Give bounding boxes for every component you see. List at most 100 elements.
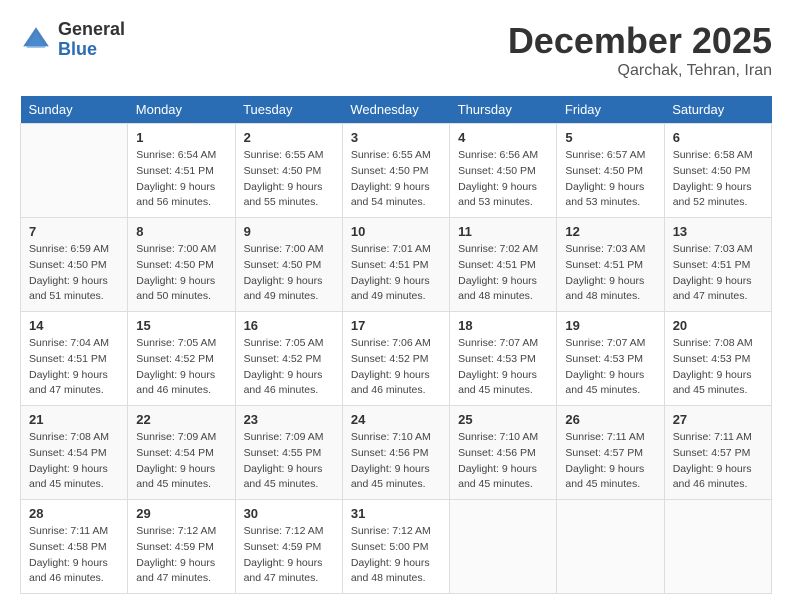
day-number: 28 — [29, 506, 119, 521]
day-info: Sunrise: 6:55 AMSunset: 4:50 PMDaylight:… — [351, 148, 441, 211]
day-info: Sunrise: 7:00 AMSunset: 4:50 PMDaylight:… — [244, 242, 334, 305]
day-info: Sunrise: 6:58 AMSunset: 4:50 PMDaylight:… — [673, 148, 763, 211]
day-number: 17 — [351, 318, 441, 333]
day-number: 6 — [673, 130, 763, 145]
day-number: 4 — [458, 130, 548, 145]
calendar-week-row: 1Sunrise: 6:54 AMSunset: 4:51 PMDaylight… — [21, 124, 772, 218]
calendar-cell: 6 Sunrise: 6:58 AMSunset: 4:50 PMDaylight… — [664, 124, 771, 218]
calendar-cell: 1Sunrise: 6:54 AMSunset: 4:51 PMDaylight… — [128, 124, 235, 218]
day-info: Sunrise: 7:07 AMSunset: 4:53 PMDaylight:… — [565, 336, 655, 399]
day-number: 30 — [244, 506, 334, 521]
weekday-header-sunday: Sunday — [21, 96, 128, 124]
month-title: December 2025 — [508, 20, 772, 62]
calendar-cell: 26Sunrise: 7:11 AMSunset: 4:57 PMDayligh… — [557, 406, 664, 500]
calendar-cell — [450, 500, 557, 594]
day-info: Sunrise: 7:10 AMSunset: 4:56 PMDaylight:… — [351, 430, 441, 493]
calendar-cell: 29 Sunrise: 7:12 AMSunset: 4:59 PMDayligh… — [128, 500, 235, 594]
day-number: 31 — [351, 506, 441, 521]
calendar-cell — [664, 500, 771, 594]
day-number: 29 — [136, 506, 226, 521]
weekday-header-thursday: Thursday — [450, 96, 557, 124]
day-number: 1 — [136, 130, 226, 145]
day-info: Sunrise: 7:09 AMSunset: 4:55 PMDaylight:… — [244, 430, 334, 493]
title-block: December 2025 Qarchak, Tehran, Iran — [508, 20, 772, 80]
calendar-cell: 28Sunrise: 7:11 AMSunset: 4:58 PMDayligh… — [21, 500, 128, 594]
calendar-header: SundayMondayTuesdayWednesdayThursdayFrid… — [21, 96, 772, 124]
calendar-cell: 23 Sunrise: 7:09 AMSunset: 4:55 PMDayligh… — [235, 406, 342, 500]
calendar-week-row: 21 Sunrise: 7:08 AMSunset: 4:54 PMDayligh… — [21, 406, 772, 500]
weekday-header-friday: Friday — [557, 96, 664, 124]
weekday-header-row: SundayMondayTuesdayWednesdayThursdayFrid… — [21, 96, 772, 124]
day-info: Sunrise: 7:04 AMSunset: 4:51 PMDaylight:… — [29, 336, 119, 399]
day-number: 16 — [244, 318, 334, 333]
day-number: 25 — [458, 412, 548, 427]
calendar-cell: 9 Sunrise: 7:00 AMSunset: 4:50 PMDaylight… — [235, 218, 342, 312]
calendar-cell: 31 Sunrise: 7:12 AMSunset: 5:00 PMDayligh… — [342, 500, 449, 594]
logo-text: General Blue — [58, 20, 125, 60]
calendar-body: 1Sunrise: 6:54 AMSunset: 4:51 PMDaylight… — [21, 124, 772, 594]
calendar-cell: 27 Sunrise: 7:11 AMSunset: 4:57 PMDayligh… — [664, 406, 771, 500]
day-info: Sunrise: 6:57 AMSunset: 4:50 PMDaylight:… — [565, 148, 655, 211]
page-header: General Blue December 2025 Qarchak, Tehr… — [20, 20, 772, 80]
calendar-cell: 7Sunrise: 6:59 AMSunset: 4:50 PMDaylight… — [21, 218, 128, 312]
logo-general-label: General — [58, 20, 125, 40]
calendar-cell: 10Sunrise: 7:01 AMSunset: 4:51 PMDayligh… — [342, 218, 449, 312]
day-number: 10 — [351, 224, 441, 239]
calendar-cell: 11 Sunrise: 7:02 AMSunset: 4:51 PMDayligh… — [450, 218, 557, 312]
day-number: 9 — [244, 224, 334, 239]
day-number: 19 — [565, 318, 655, 333]
day-number: 18 — [458, 318, 548, 333]
calendar-cell: 12Sunrise: 7:03 AMSunset: 4:51 PMDayligh… — [557, 218, 664, 312]
day-number: 27 — [673, 412, 763, 427]
calendar-cell: 4 Sunrise: 6:56 AMSunset: 4:50 PMDaylight… — [450, 124, 557, 218]
day-number: 26 — [565, 412, 655, 427]
calendar-cell: 14 Sunrise: 7:04 AMSunset: 4:51 PMDayligh… — [21, 312, 128, 406]
day-number: 5 — [565, 130, 655, 145]
day-info: Sunrise: 6:56 AMSunset: 4:50 PMDaylight:… — [458, 148, 548, 211]
day-number: 21 — [29, 412, 119, 427]
calendar-week-row: 7Sunrise: 6:59 AMSunset: 4:50 PMDaylight… — [21, 218, 772, 312]
logo-blue-label: Blue — [58, 40, 125, 60]
day-number: 14 — [29, 318, 119, 333]
day-info: Sunrise: 7:05 AMSunset: 4:52 PMDaylight:… — [136, 336, 226, 399]
day-number: 24 — [351, 412, 441, 427]
calendar-cell: 22 Sunrise: 7:09 AMSunset: 4:54 PMDayligh… — [128, 406, 235, 500]
calendar-cell: 17Sunrise: 7:06 AMSunset: 4:52 PMDayligh… — [342, 312, 449, 406]
calendar-cell: 24 Sunrise: 7:10 AMSunset: 4:56 PMDayligh… — [342, 406, 449, 500]
calendar-week-row: 14 Sunrise: 7:04 AMSunset: 4:51 PMDayligh… — [21, 312, 772, 406]
day-info: Sunrise: 7:12 AMSunset: 4:59 PMDaylight:… — [244, 524, 334, 587]
calendar-cell: 16 Sunrise: 7:05 AMSunset: 4:52 PMDayligh… — [235, 312, 342, 406]
day-info: Sunrise: 6:55 AMSunset: 4:50 PMDaylight:… — [244, 148, 334, 211]
day-info: Sunrise: 7:10 AMSunset: 4:56 PMDaylight:… — [458, 430, 548, 493]
day-number: 23 — [244, 412, 334, 427]
day-info: Sunrise: 7:00 AMSunset: 4:50 PMDaylight:… — [136, 242, 226, 305]
day-number: 11 — [458, 224, 548, 239]
calendar-cell: 19 Sunrise: 7:07 AMSunset: 4:53 PMDayligh… — [557, 312, 664, 406]
day-info: Sunrise: 6:59 AMSunset: 4:50 PMDaylight:… — [29, 242, 119, 305]
day-info: Sunrise: 7:08 AMSunset: 4:54 PMDaylight:… — [29, 430, 119, 493]
calendar-cell: 15 Sunrise: 7:05 AMSunset: 4:52 PMDayligh… — [128, 312, 235, 406]
day-info: Sunrise: 7:12 AMSunset: 4:59 PMDaylight:… — [136, 524, 226, 587]
day-number: 22 — [136, 412, 226, 427]
day-number: 2 — [244, 130, 334, 145]
day-number: 20 — [673, 318, 763, 333]
weekday-header-tuesday: Tuesday — [235, 96, 342, 124]
calendar-cell: 25 Sunrise: 7:10 AMSunset: 4:56 PMDayligh… — [450, 406, 557, 500]
day-info: Sunrise: 7:12 AMSunset: 5:00 PMDaylight:… — [351, 524, 441, 587]
day-number: 8 — [136, 224, 226, 239]
day-number: 15 — [136, 318, 226, 333]
day-info: Sunrise: 7:05 AMSunset: 4:52 PMDaylight:… — [244, 336, 334, 399]
day-info: Sunrise: 7:02 AMSunset: 4:51 PMDaylight:… — [458, 242, 548, 305]
calendar-cell: 8 Sunrise: 7:00 AMSunset: 4:50 PMDaylight… — [128, 218, 235, 312]
day-number: 13 — [673, 224, 763, 239]
day-info: Sunrise: 7:09 AMSunset: 4:54 PMDaylight:… — [136, 430, 226, 493]
calendar-cell: 30 Sunrise: 7:12 AMSunset: 4:59 PMDayligh… — [235, 500, 342, 594]
calendar-cell: 2 Sunrise: 6:55 AMSunset: 4:50 PMDaylight… — [235, 124, 342, 218]
logo-icon — [20, 24, 52, 56]
day-info: Sunrise: 7:11 AMSunset: 4:57 PMDaylight:… — [673, 430, 763, 493]
calendar-cell — [21, 124, 128, 218]
calendar-table: SundayMondayTuesdayWednesdayThursdayFrid… — [20, 96, 772, 594]
calendar-week-row: 28Sunrise: 7:11 AMSunset: 4:58 PMDayligh… — [21, 500, 772, 594]
location-label: Qarchak, Tehran, Iran — [508, 62, 772, 80]
calendar-cell: 5 Sunrise: 6:57 AMSunset: 4:50 PMDaylight… — [557, 124, 664, 218]
